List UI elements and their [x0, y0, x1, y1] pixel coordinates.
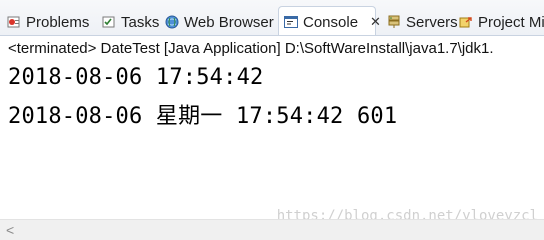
scroll-left-icon[interactable]: < [6, 222, 14, 238]
tab-label: Problems [26, 13, 90, 31]
tab-label: Web Browser [184, 13, 274, 31]
tab-label: Console [303, 13, 359, 31]
tab-console[interactable]: Console ✕ [278, 6, 381, 35]
web-browser-icon [164, 14, 180, 30]
console-status-line: <terminated> DateTest [Java Application]… [8, 39, 494, 57]
tab-label: Tasks [121, 13, 160, 31]
project-migration-icon [458, 14, 474, 30]
console-line: 2018-08-06 星期一 17:54:42 601 [8, 104, 398, 129]
problems-icon [6, 14, 22, 30]
horizontal-scrollbar[interactable]: < [0, 219, 544, 240]
tab-web-browser[interactable]: Web Browser [164, 8, 274, 35]
console-output[interactable]: 2018-08-06 17:54:42 2018-08-06 星期一 17:54… [0, 62, 544, 218]
view-tab-bar: Problems Tasks Web Browser Console ✕ Ser… [0, 0, 544, 36]
servers-icon [386, 14, 402, 30]
tab-label: Project Mi [478, 13, 544, 31]
tab-tasks[interactable]: Tasks [101, 8, 160, 35]
tab-servers[interactable]: Servers [386, 8, 458, 35]
tab-problems[interactable]: Problems [6, 8, 90, 35]
console-icon [283, 14, 299, 30]
tab-project-migration[interactable]: Project Mi [458, 8, 544, 35]
tasks-icon [101, 14, 117, 30]
console-line: 2018-08-06 17:54:42 [8, 65, 264, 90]
tab-label: Servers [406, 13, 458, 31]
close-icon[interactable]: ✕ [370, 14, 381, 30]
